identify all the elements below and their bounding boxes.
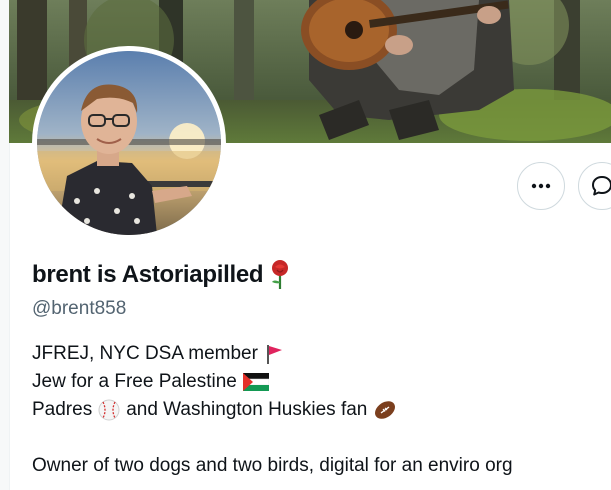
bio-line: Jew for a Free Palestine xyxy=(32,368,607,396)
rose-icon xyxy=(272,260,289,289)
display-name: brent is Astoriapilled xyxy=(32,260,291,290)
more-button[interactable] xyxy=(517,162,565,210)
bio-text: Padres xyxy=(32,399,93,420)
football-icon xyxy=(373,399,397,421)
baseball-icon xyxy=(98,399,120,421)
red-flag-icon xyxy=(264,343,284,365)
message-icon xyxy=(592,176,611,196)
bio-text: JFREJ, NYC DSA member xyxy=(32,343,258,364)
avatar-border xyxy=(32,46,226,240)
message-button[interactable] xyxy=(578,162,611,210)
bio-line: JFREJ, NYC DSA member xyxy=(32,340,607,368)
bio-line: Owner of two dogs and two birds, digital… xyxy=(32,452,607,480)
handle: @brent858 xyxy=(32,298,127,319)
bio-text: and Washington Huskies fan xyxy=(126,399,368,420)
palestine-flag-icon xyxy=(242,373,269,391)
bio-text: Owner of two dogs and two birds, digital… xyxy=(32,455,513,476)
bio-text: Jew for a Free Palestine xyxy=(32,371,237,392)
avatar[interactable] xyxy=(37,51,221,235)
bio-line: Padres and Washington Huskies fan xyxy=(32,396,607,424)
bio: JFREJ, NYC DSA member Jew for a Free Pal… xyxy=(32,340,607,480)
display-name-text: brent is Astoriapilled xyxy=(32,261,264,288)
avatar-photo xyxy=(37,51,221,235)
more-horizontal-icon xyxy=(531,183,551,189)
